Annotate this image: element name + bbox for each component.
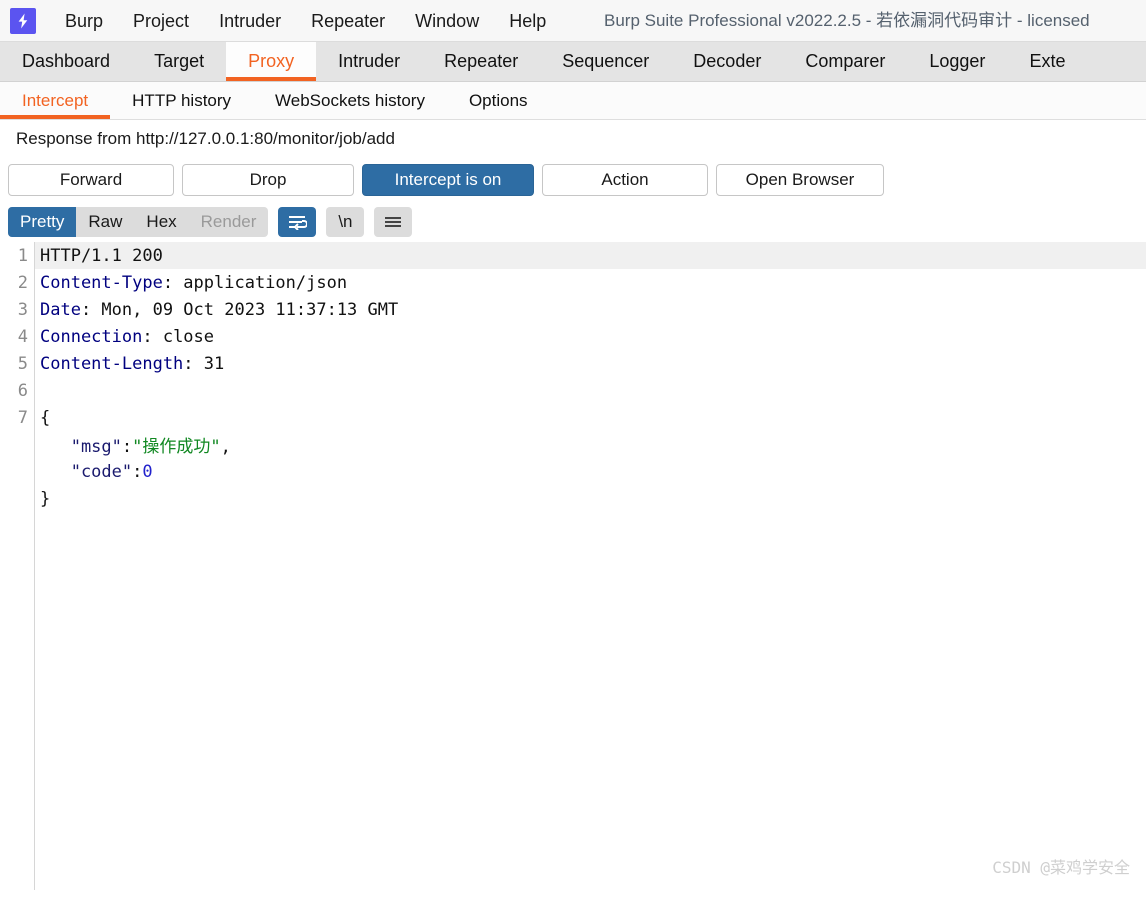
forward-button[interactable]: Forward <box>8 164 174 196</box>
code-line-text: Date: Mon, 09 Oct 2023 11:37:13 GMT <box>40 300 398 320</box>
tab-repeater[interactable]: Repeater <box>422 42 540 81</box>
code-token: "操作成功" <box>132 437 221 457</box>
code-line-text: { <box>40 408 50 428</box>
code-token: Content-Type <box>40 272 163 293</box>
line-number: 4 <box>17 326 28 347</box>
code-line: 4 Connection: close <box>0 323 1146 350</box>
menu-item-repeater[interactable]: Repeater <box>296 0 400 42</box>
line-number: 1 <box>17 245 28 266</box>
tab-intruder[interactable]: Intruder <box>316 42 422 81</box>
code-token: : 31 <box>183 353 225 374</box>
code-line: 5 Content-Length: 31 <box>0 350 1146 377</box>
response-message-editor[interactable]: 1 HTTP/1.1 200 2 Content-Type: application/… <box>0 242 1146 890</box>
code-line-text: } <box>40 489 50 509</box>
code-token: : <box>121 437 133 457</box>
view-mode-hex[interactable]: Hex <box>134 207 188 237</box>
code-token: : close <box>142 326 215 347</box>
menu-item-burp[interactable]: Burp <box>50 0 118 42</box>
code-token: } <box>40 488 51 509</box>
code-line: 3 Date: Mon, 09 Oct 2023 11:37:13 GMT <box>0 296 1146 323</box>
menu-item-help[interactable]: Help <box>494 0 561 42</box>
burp-lightning-icon <box>10 7 36 34</box>
code-token: { <box>40 407 51 428</box>
word-wrap-icon[interactable] <box>278 207 317 237</box>
line-number: 2 <box>17 272 28 293</box>
code-token: : application/json <box>162 272 348 293</box>
code-token: Date <box>40 299 81 320</box>
sub-tab-intercept[interactable]: Intercept <box>0 82 111 119</box>
code-line-text: Content-Length: 31 <box>40 354 224 374</box>
tab-comparer[interactable]: Comparer <box>783 42 907 81</box>
hamburger-menu-icon[interactable] <box>374 207 413 237</box>
csdn-watermark: CSDN @菜鸡学安全 <box>992 858 1130 877</box>
code-token: : Mon, 09 Oct 2023 11:37:13 GMT <box>80 299 399 320</box>
code-token: "code" <box>40 461 133 482</box>
code-line: 2 Content-Type: application/json <box>0 269 1146 296</box>
drop-button[interactable]: Drop <box>182 164 354 196</box>
proxy-sub-tab-bar: Intercept HTTP history WebSockets histor… <box>0 82 1146 120</box>
code-token: Connection <box>40 326 143 347</box>
code-line: } <box>0 485 1146 512</box>
show-newlines-label: \n <box>338 212 353 231</box>
code-line: 6 <box>0 377 1146 404</box>
code-line-text: "msg":"操作成功", <box>40 432 231 457</box>
intercept-toggle-button[interactable]: Intercept is on <box>362 164 534 196</box>
tab-target[interactable]: Target <box>132 42 226 81</box>
menu-item-intruder[interactable]: Intruder <box>204 0 296 42</box>
main-tab-bar: Dashboard Target Proxy Intruder Repeater… <box>0 42 1146 82</box>
code-token: : <box>132 461 143 482</box>
view-mode-raw[interactable]: Raw <box>76 207 134 237</box>
code-line-text: Content-Type: application/json <box>40 273 347 293</box>
view-mode-render: Render <box>200 212 257 231</box>
line-number: 6 <box>17 380 28 401</box>
intercept-action-bar: Forward Drop Intercept is on Action Open… <box>0 158 1146 202</box>
code-line-text: HTTP/1.1 200 <box>40 246 163 266</box>
code-line: "code":0 <box>0 458 1146 485</box>
code-line-text: Connection: close <box>40 327 214 347</box>
code-token: 0 <box>142 461 153 482</box>
action-button[interactable]: Action <box>542 164 708 196</box>
response-source-line: Response from http://127.0.0.1:80/monito… <box>0 120 1146 158</box>
code-line: "msg":"操作成功", <box>0 431 1146 458</box>
code-line-text: "code":0 <box>40 462 153 482</box>
menu-bar: Burp Project Intruder Repeater Window He… <box>0 0 1146 42</box>
code-line: 7{ <box>0 404 1146 431</box>
tab-decoder[interactable]: Decoder <box>671 42 783 81</box>
tab-dashboard[interactable]: Dashboard <box>0 42 132 81</box>
code-token: Content-Length <box>40 353 184 374</box>
code-line: 1 HTTP/1.1 200 <box>0 242 1146 269</box>
view-mode-group: Pretty Raw Hex Render <box>8 207 269 237</box>
line-number: 5 <box>17 353 28 374</box>
response-code-lines: 1 HTTP/1.1 200 2 Content-Type: application/… <box>0 242 1146 512</box>
line-number: 3 <box>17 299 28 320</box>
tab-logger[interactable]: Logger <box>907 42 1007 81</box>
window-title: Burp Suite Professional v2022.2.5 - 若依漏洞… <box>604 11 1090 30</box>
sub-tab-websockets-history[interactable]: WebSockets history <box>253 82 447 119</box>
show-newlines-icon[interactable]: \n <box>326 207 365 237</box>
code-token: , <box>220 437 231 457</box>
code-token: HTTP/1.1 200 <box>40 245 163 266</box>
view-mode-pretty[interactable]: Pretty <box>8 207 77 237</box>
sub-tab-http-history[interactable]: HTTP history <box>110 82 253 119</box>
sub-tab-options[interactable]: Options <box>447 82 550 119</box>
code-token: "msg" <box>40 437 122 457</box>
tab-extender[interactable]: Exte <box>1007 42 1087 81</box>
open-browser-button[interactable]: Open Browser <box>716 164 884 196</box>
menu-item-window[interactable]: Window <box>400 0 494 42</box>
menu-item-project[interactable]: Project <box>118 0 204 42</box>
tab-sequencer[interactable]: Sequencer <box>540 42 671 81</box>
line-number: 7 <box>17 407 28 428</box>
tab-proxy[interactable]: Proxy <box>226 42 317 81</box>
message-editor-toolbar: Pretty Raw Hex Render \n <box>0 202 1146 242</box>
